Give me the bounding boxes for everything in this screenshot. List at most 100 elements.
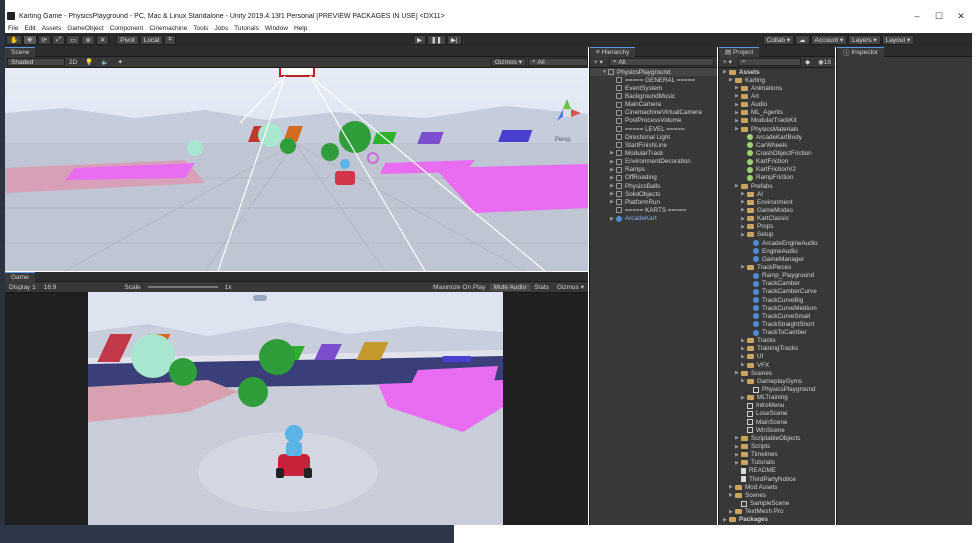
project-item[interactable]: ▶ Scenes [719, 369, 835, 377]
project-item[interactable]: TrackCurveBig [719, 296, 835, 304]
hand-tool-icon[interactable]: ✋ [6, 35, 23, 45]
effects-icon[interactable]: ✦ [114, 58, 127, 66]
project-item[interactable]: TrackStraightShort [719, 320, 835, 328]
scene-search-input[interactable]: ⌕ All [528, 58, 588, 66]
project-item[interactable]: RampFriction [719, 174, 835, 182]
hierarchy-item[interactable]: ▶ ModularTrack [590, 149, 717, 157]
filter-icon[interactable]: ◆ [801, 58, 814, 66]
project-item[interactable]: ▶ GameplayGyms [719, 377, 835, 385]
hierarchy-item[interactable]: ▶ SolidObjects [590, 190, 717, 198]
project-item[interactable]: ▶ GameModes [719, 206, 835, 214]
cloud-icon[interactable]: ☁ [795, 35, 810, 45]
project-item[interactable]: IntroMenu [719, 402, 835, 410]
tab-scene[interactable]: Scene [5, 46, 36, 57]
project-item[interactable]: ArcadeKartBody [719, 133, 835, 141]
step-button[interactable]: ▶| [446, 35, 462, 45]
menu-assets[interactable]: Assets [39, 25, 65, 32]
project-item[interactable]: ▶ ModularTrackKit [719, 117, 835, 125]
collab-button[interactable]: Collab ▾ [762, 35, 795, 45]
project-item[interactable]: ▶ Prefabs [719, 182, 835, 190]
project-item[interactable]: README [719, 467, 835, 475]
project-item[interactable]: ▶ ML_Agents [719, 109, 835, 117]
pivot-toggle[interactable]: Pivot [116, 35, 139, 45]
transform-tool-icon[interactable]: ⊕ [81, 35, 95, 45]
project-item[interactable]: ▶ TextMesh Pro [719, 508, 835, 516]
project-item[interactable]: ▶ Assets [719, 68, 835, 76]
project-item[interactable]: KartFrictionV2 [719, 166, 835, 174]
hierarchy-root[interactable]: ▼ PhysicsPlayground [590, 68, 717, 77]
project-item[interactable]: ▶ Packages [719, 516, 835, 524]
project-item[interactable]: ▶ TrackPieces [719, 263, 835, 271]
hierarchy-item[interactable]: ===== KARTS ===== [590, 206, 717, 214]
hierarchy-item[interactable]: StartFinishLine [590, 141, 717, 149]
hierarchy-item[interactable]: ▶ PlatformRun [590, 198, 717, 206]
project-item[interactable]: TrackCurveSmall [719, 312, 835, 320]
project-item[interactable]: ▶ PhysicsMaterials [719, 125, 835, 133]
project-item[interactable]: ▶ Scenes [719, 491, 835, 499]
gizmos-dropdown[interactable]: Gizmos ▾ [490, 58, 526, 66]
display-dropdown[interactable]: Display 1 [5, 284, 40, 291]
project-item[interactable]: ▶ Art [719, 92, 835, 100]
snap-icon[interactable]: ⌗ [164, 35, 176, 45]
rotate-tool-icon[interactable]: ⟳ [37, 35, 51, 45]
visible-count[interactable]: ◉18 [814, 58, 835, 66]
local-toggle[interactable]: Local [139, 35, 164, 45]
project-item[interactable]: Ramp_Playground [719, 272, 835, 280]
project-item[interactable]: ▶ Mod Assets [719, 483, 835, 491]
maximize-on-play-toggle[interactable]: Maximize On Play [429, 284, 489, 291]
account-dropdown[interactable]: Account ▾ [810, 35, 848, 45]
tab-game[interactable]: Game [5, 271, 35, 282]
project-item[interactable]: ▶ Setup [719, 231, 835, 239]
project-item[interactable]: CrashObjectFriction [719, 149, 835, 157]
project-item[interactable]: KartFriction [719, 158, 835, 166]
menu-jobs[interactable]: Jobs [211, 25, 231, 32]
menu-tools[interactable]: Tools [190, 25, 211, 32]
audio-icon[interactable]: 🔈 [97, 58, 113, 66]
project-item[interactable]: LoseScene [719, 410, 835, 418]
project-item[interactable]: ▶ AI [719, 190, 835, 198]
project-item[interactable]: ▶ TrainingTracks [719, 345, 835, 353]
hierarchy-item[interactable]: ▶ Ramps [590, 166, 717, 174]
project-item[interactable]: ▶ Animations [719, 84, 835, 92]
minimize-button[interactable]: – [906, 11, 928, 21]
hierarchy-search-input[interactable]: ⌕ All [608, 58, 714, 66]
project-item[interactable]: TrackCamber [719, 280, 835, 288]
hierarchy-item[interactable]: ▶ OffRoading [590, 174, 717, 182]
stats-toggle[interactable]: Stats [530, 284, 553, 291]
game-viewport[interactable] [88, 292, 503, 525]
scene-viewport[interactable]: Persp [5, 68, 588, 271]
hierarchy-item[interactable]: ===== LEVEL ===== [590, 125, 717, 133]
project-item[interactable]: MainScene [719, 418, 835, 426]
project-item[interactable]: PhysicsPlayground [719, 385, 835, 393]
menu-tutorials[interactable]: Tutorials [231, 25, 262, 32]
tab-hierarchy[interactable]: ≡ Hierarchy [590, 46, 636, 57]
menu-cinemachine[interactable]: Cinemachine [146, 25, 190, 32]
scale-slider[interactable] [147, 286, 218, 288]
custom-tool-icon[interactable]: ✕ [95, 35, 110, 45]
hierarchy-item[interactable]: MainCamera [590, 101, 717, 109]
project-item[interactable]: ▶ Timelines [719, 451, 835, 459]
project-item[interactable]: ▶ Props [719, 223, 835, 231]
menu-window[interactable]: Window [262, 25, 291, 32]
layers-dropdown[interactable]: Layers ▾ [848, 35, 881, 45]
tab-project[interactable]: ▤ Project [719, 46, 760, 57]
project-item[interactable]: SampleScene [719, 499, 835, 507]
menu-edit[interactable]: Edit [21, 25, 38, 32]
project-item[interactable]: TrackCurveMedium [719, 304, 835, 312]
play-button[interactable]: ▶ [412, 35, 426, 45]
project-item[interactable]: ArcadeEngineAudio [719, 239, 835, 247]
hierarchy-item[interactable]: PostProcessVolume [590, 117, 717, 125]
project-item[interactable]: EngineAudio [719, 247, 835, 255]
project-item[interactable]: GameManager [719, 255, 835, 263]
menu-component[interactable]: Component [107, 25, 147, 32]
project-item[interactable]: ▶ VFX [719, 361, 835, 369]
maximize-button[interactable]: ☐ [928, 11, 950, 22]
project-item[interactable]: ▶ Audio [719, 101, 835, 109]
project-item[interactable]: ▶ Tracks [719, 337, 835, 345]
project-add-button[interactable]: + ▾ [719, 58, 736, 66]
hierarchy-item[interactable]: BackgroundMusic [590, 92, 717, 100]
project-item[interactable]: ▶ Karting [719, 76, 835, 84]
project-item[interactable]: ▶ Environment [719, 198, 835, 206]
menu-help[interactable]: Help [291, 25, 310, 32]
rect-tool-icon[interactable]: ▭ [66, 35, 81, 45]
